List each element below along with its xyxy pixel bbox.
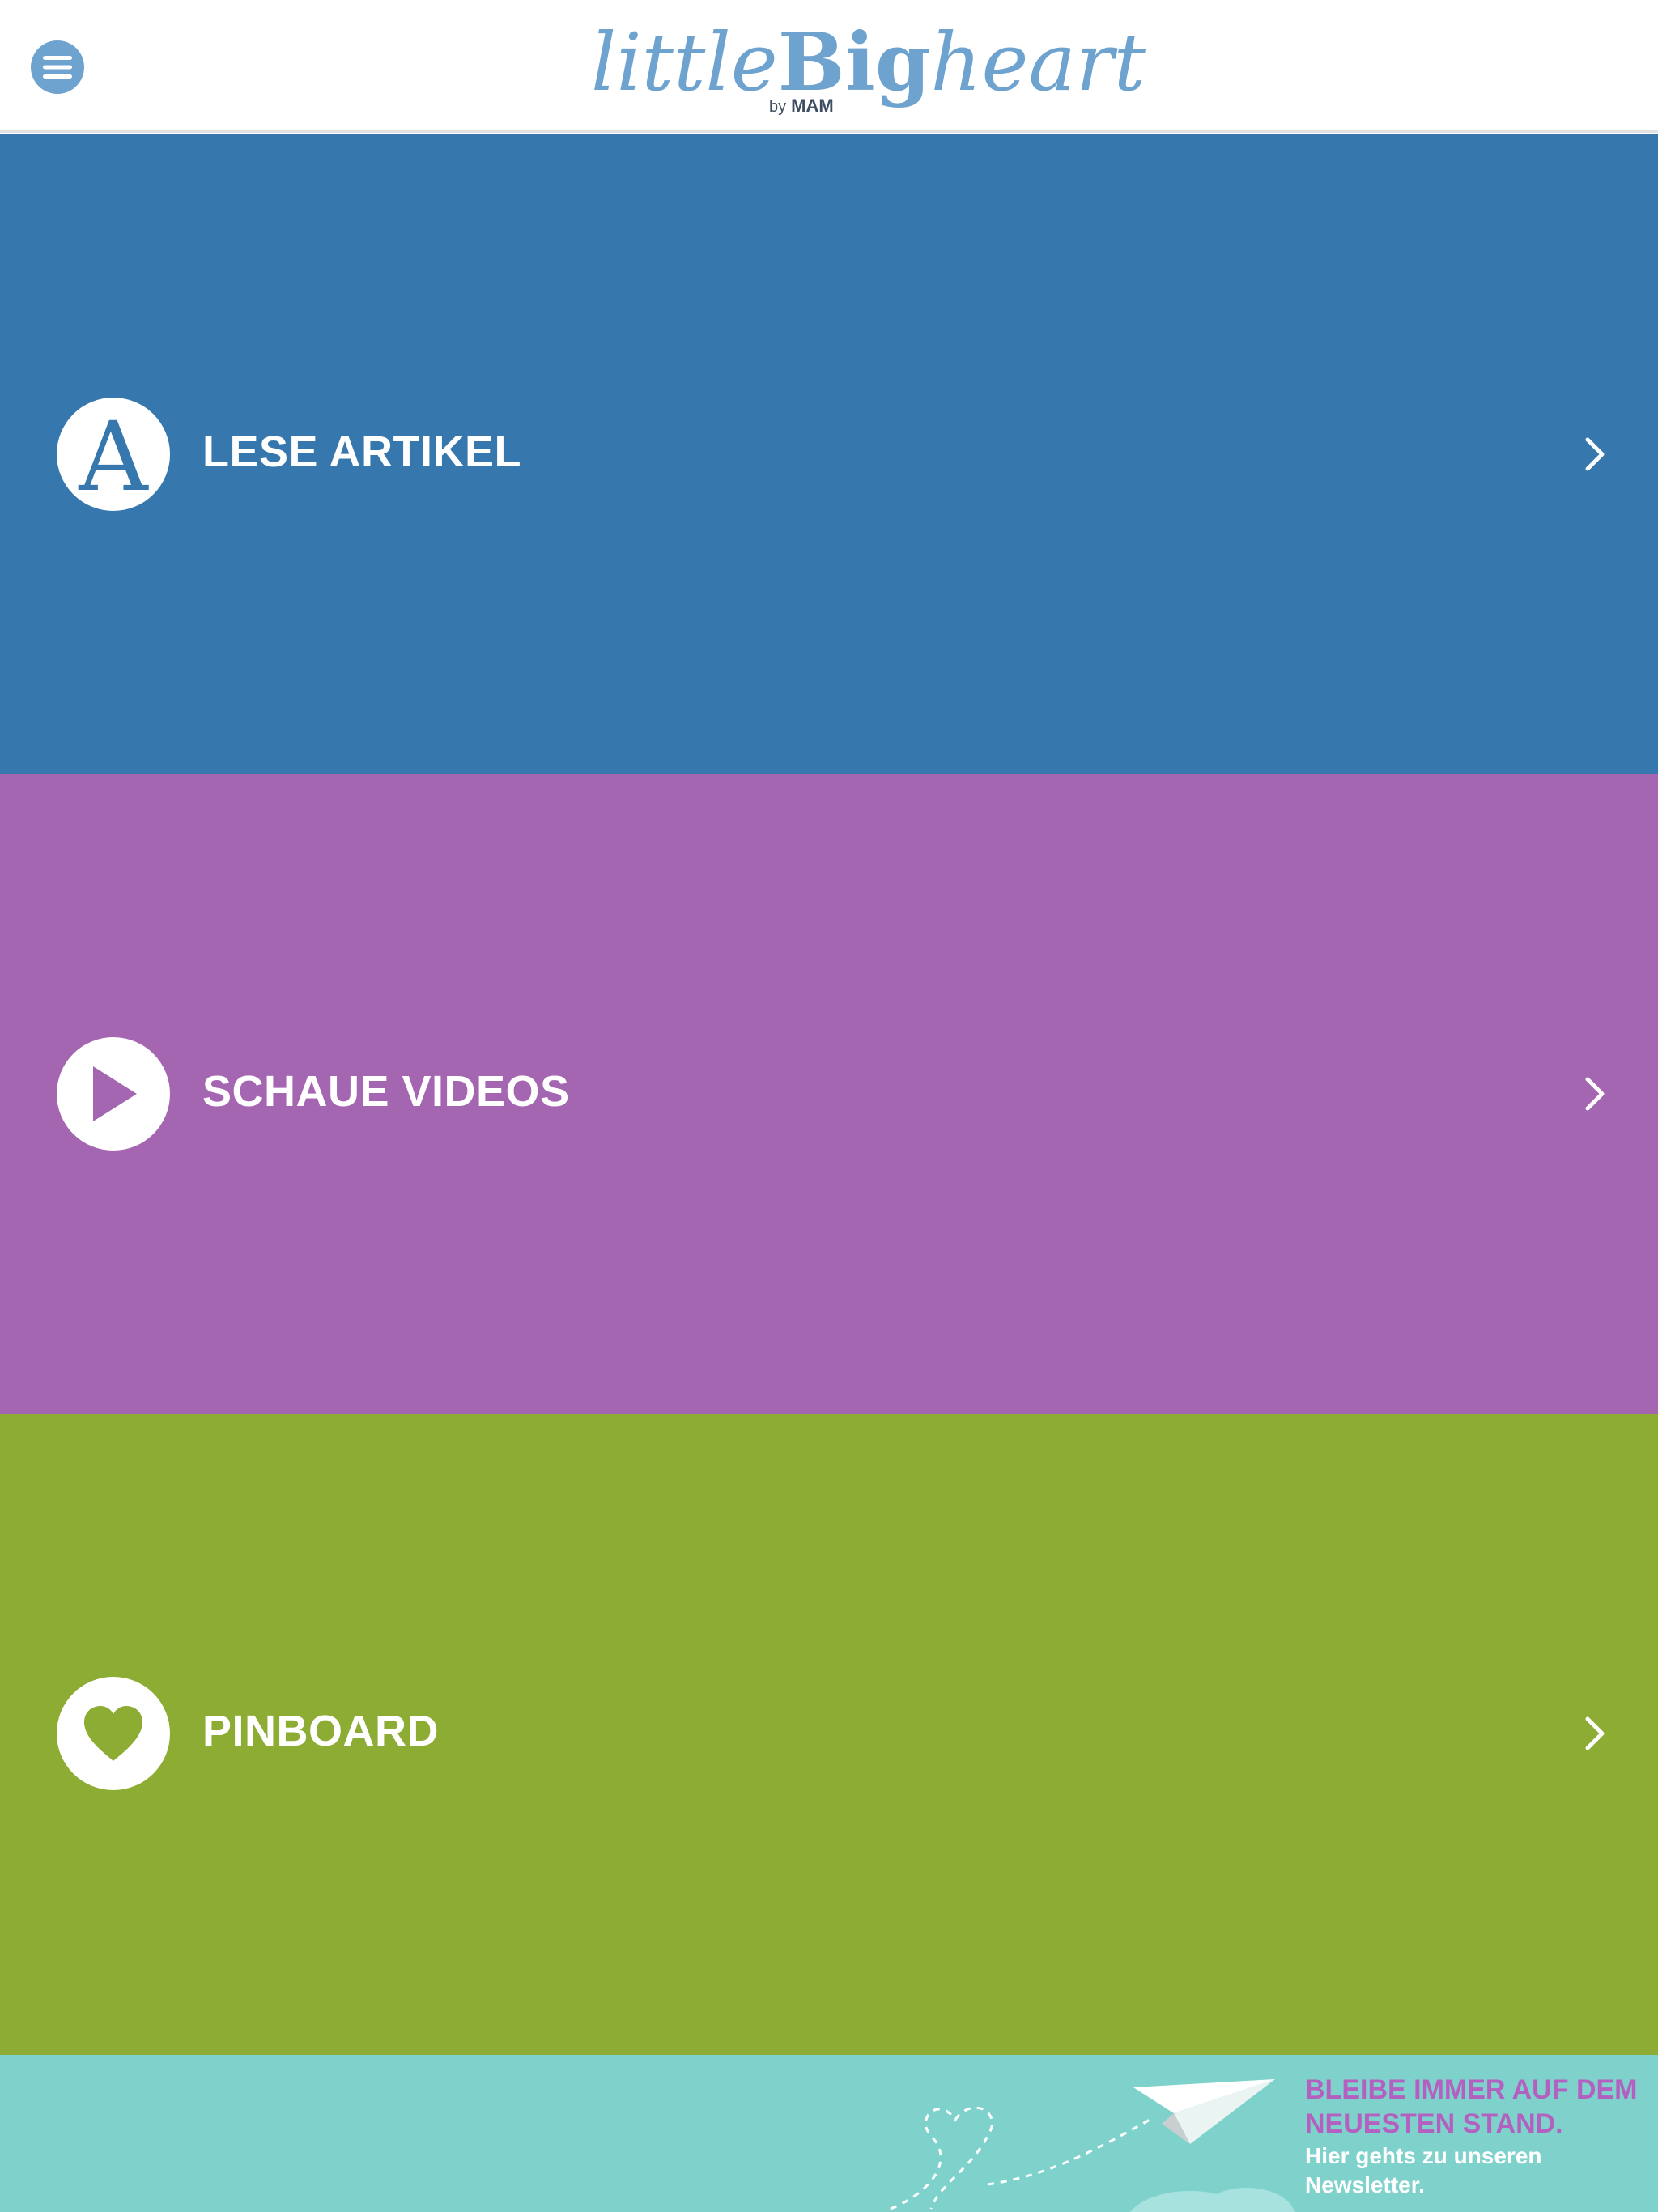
section-watch-videos[interactable]: SCHAUE VIDEOS: [0, 774, 1658, 1414]
menu-button[interactable]: [31, 40, 84, 94]
section-label-pinboard: PINBOARD: [202, 1707, 440, 1755]
app-logo[interactable]: littleBigheart by MAM: [591, 15, 1146, 120]
section-label-articles: LESE ARTIKEL: [202, 428, 522, 476]
logo-by: by: [769, 98, 787, 116]
logo-part-heart: heart: [930, 17, 1146, 109]
chevron-right-icon: [1579, 1701, 1611, 1766]
letter-a-glyph: A: [79, 401, 148, 513]
logo-byline: by MAM: [769, 96, 834, 117]
chevron-right-icon: [1579, 1061, 1611, 1126]
logo-wordmark: littleBigheart: [591, 15, 1146, 112]
newsletter-headline-line2: NEUESTEN STAND.: [1305, 2108, 1563, 2139]
heart-icon: [57, 1677, 170, 1790]
newsletter-text-block: BLEIBE IMMER AUF DEM NEUESTEN STAND. Hie…: [1305, 2073, 1653, 2199]
paper-plane-illustration: [890, 2079, 1295, 2212]
newsletter-headline-line1: BLEIBE IMMER AUF DEM: [1305, 2074, 1638, 2105]
play-icon: [57, 1037, 170, 1151]
logo-part-little: little: [591, 17, 778, 109]
section-read-articles[interactable]: A LESE ARTIKEL: [0, 134, 1658, 774]
section-pinboard[interactable]: PINBOARD: [0, 1414, 1658, 2055]
chevron-right-icon: [1579, 422, 1611, 487]
section-label-videos: SCHAUE VIDEOS: [202, 1067, 570, 1116]
logo-brand: MAM: [791, 96, 834, 116]
newsletter-sub-line2: Newsletter.: [1305, 2172, 1425, 2197]
hamburger-menu-icon: [43, 56, 72, 79]
letter-a-icon: A: [57, 398, 170, 513]
newsletter-banner[interactable]: BLEIBE IMMER AUF DEM NEUESTEN STAND. Hie…: [0, 2055, 1658, 2212]
app-screen: littleBigheart by MAM A LESE ARTIKEL SCHA…: [0, 0, 1658, 2212]
top-header: littleBigheart by MAM: [0, 0, 1658, 133]
newsletter-sub-line1: Hier gehts zu unseren: [1305, 2143, 1542, 2168]
